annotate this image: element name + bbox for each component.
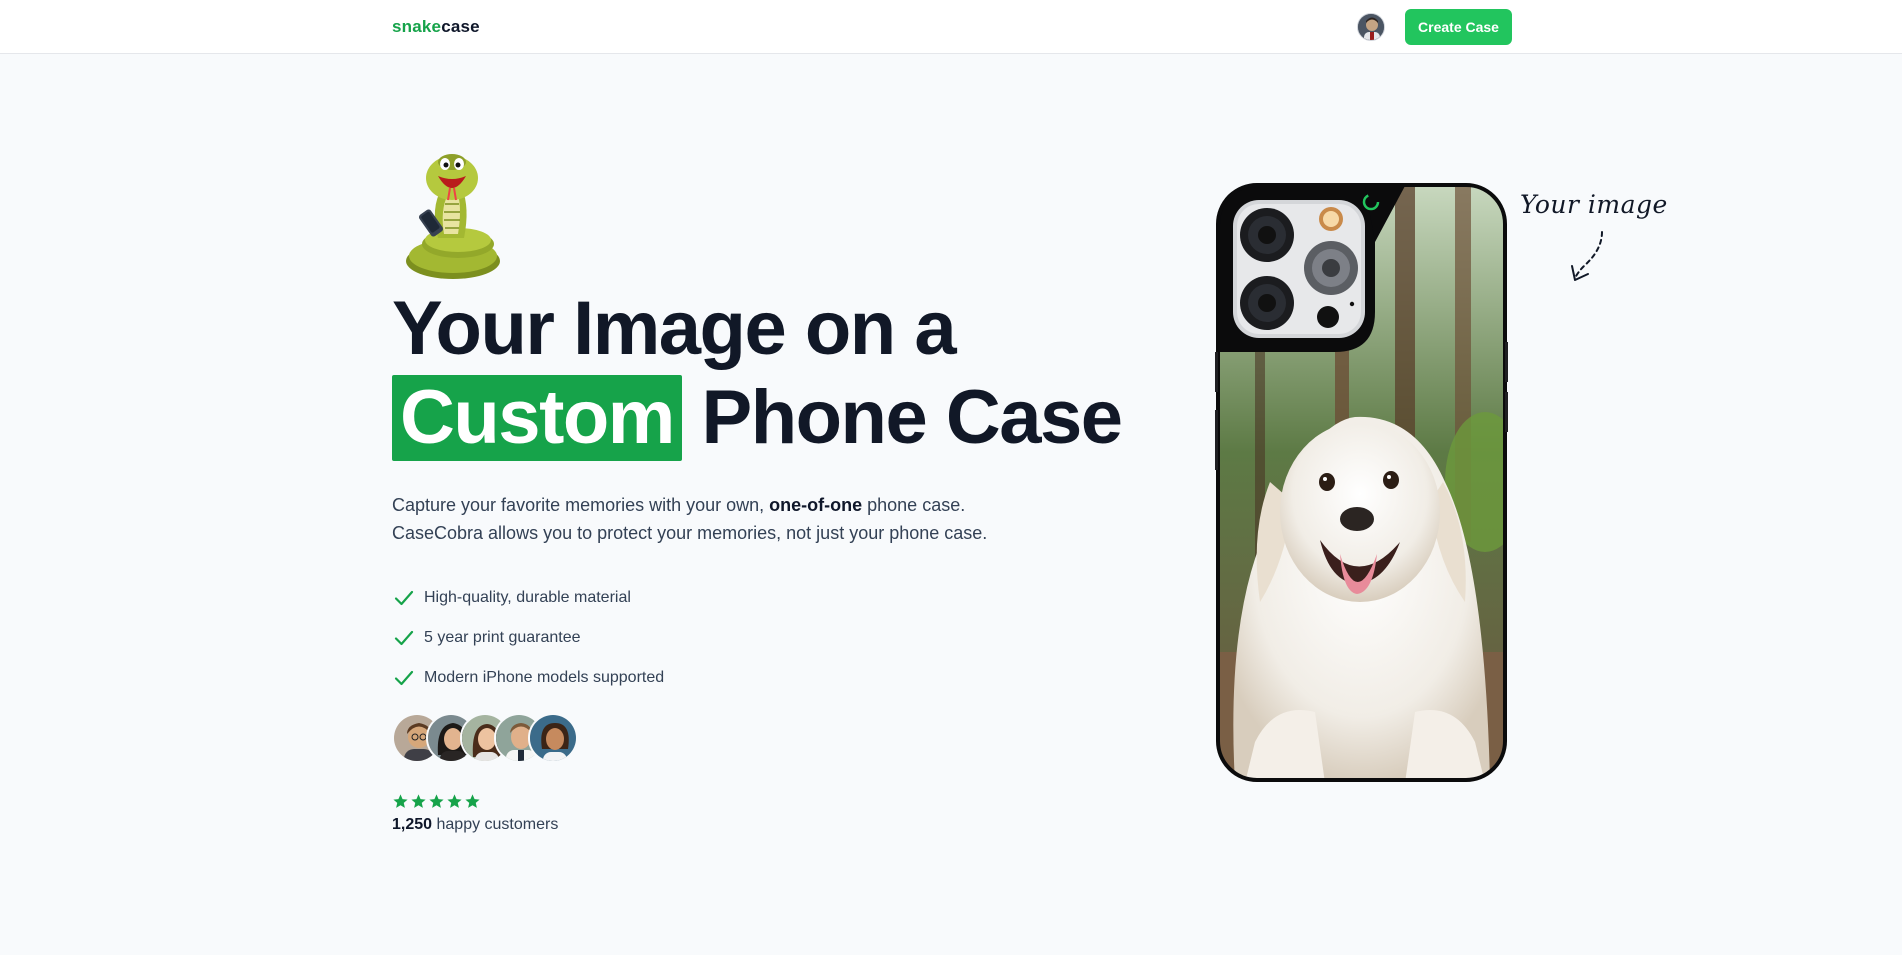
logo-part-snake: snake bbox=[392, 17, 442, 36]
feature-label: 5 year print guarantee bbox=[424, 629, 581, 646]
check-icon bbox=[394, 670, 414, 686]
check-icon bbox=[394, 630, 414, 646]
customer-avatars bbox=[392, 713, 578, 765]
navbar: snakecase Create Case bbox=[0, 0, 1902, 54]
headline-rest: Phone Case bbox=[701, 375, 1124, 460]
star-icon bbox=[429, 794, 444, 808]
feature-item: High-quality, durable material bbox=[392, 578, 664, 618]
snake-mascot-image bbox=[400, 148, 506, 282]
user-avatar-image bbox=[1358, 14, 1384, 40]
create-case-button[interactable]: Create Case bbox=[1405, 9, 1512, 45]
description-bold: one-of-one bbox=[769, 495, 863, 515]
description-part1: Capture your favorite memories with your… bbox=[392, 495, 770, 515]
star-icon bbox=[447, 794, 462, 808]
customers-label: happy customers bbox=[432, 816, 559, 833]
star-icon bbox=[465, 794, 480, 808]
logo-link[interactable]: snakecase bbox=[392, 17, 480, 37]
description-part2: phone case. bbox=[862, 495, 966, 515]
hero-description: Capture your favorite memories with your… bbox=[392, 491, 1072, 547]
star-icon bbox=[411, 794, 426, 808]
description-line2: CaseCobra allows you to protect your mem… bbox=[392, 523, 988, 543]
feature-label: High-quality, durable material bbox=[424, 589, 631, 606]
curved-arrow-icon bbox=[1518, 190, 1668, 290]
customer-avatar bbox=[528, 713, 578, 763]
feature-label: Modern iPhone models supported bbox=[424, 669, 665, 686]
star-icon bbox=[393, 794, 408, 808]
feature-item: Modern iPhone models supported bbox=[392, 658, 664, 698]
feature-list: High-quality, durable material 5 year pr… bbox=[392, 578, 664, 698]
headline-highlight: Custom bbox=[392, 375, 682, 461]
headline-line1: Your Image on a bbox=[392, 286, 957, 371]
logo-part-case: case bbox=[441, 17, 480, 36]
feature-item: 5 year print guarantee bbox=[392, 618, 664, 658]
check-icon bbox=[394, 590, 414, 606]
rating-stars bbox=[392, 793, 481, 810]
customers-count: 1,250 bbox=[392, 816, 433, 833]
happy-customers-text: 1,250 happy customers bbox=[392, 816, 558, 834]
hero-headline: Your Image on a Custom Phone Case bbox=[392, 284, 1152, 462]
user-avatar[interactable] bbox=[1357, 13, 1385, 41]
phone-case-preview bbox=[1215, 182, 1508, 783]
